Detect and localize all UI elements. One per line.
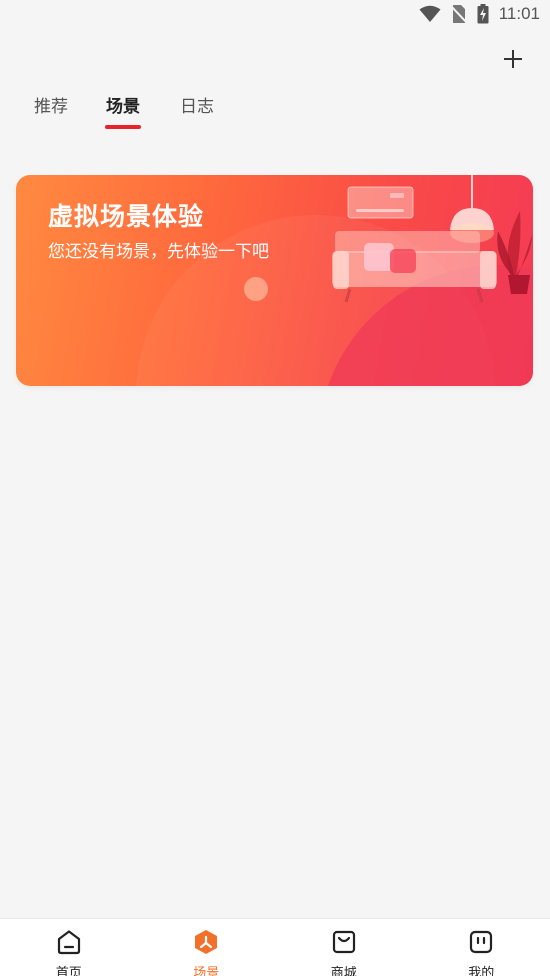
profile-face-icon — [468, 929, 494, 959]
home-icon — [56, 929, 82, 959]
banner-title: 虚拟场景体验 — [48, 202, 205, 231]
tab-log-label: 日志 — [180, 97, 214, 117]
status-time: 11:01 — [498, 4, 540, 23]
scene-hex-icon — [193, 929, 219, 959]
banner-subtitle: 您还没有场景，先体验一下吧 — [48, 242, 269, 262]
top-tabs: 推荐 场景 日志 — [0, 92, 550, 136]
status-bar: 11:01 — [0, 0, 550, 28]
bottom-nav: 首页 场景 商城 我的 — [0, 918, 550, 976]
no-sim-icon — [450, 4, 467, 24]
nav-scene-label: 场景 — [193, 966, 220, 976]
wifi-icon — [419, 5, 441, 23]
tab-recommend-label: 推荐 — [34, 97, 68, 117]
active-tab-indicator — [105, 125, 141, 129]
nav-shop-label: 商城 — [330, 966, 357, 976]
add-scene-button[interactable] — [498, 46, 528, 76]
nav-home[interactable]: 首页 — [0, 919, 138, 976]
living-room-illustration — [332, 175, 532, 303]
nav-profile-label: 我的 — [468, 966, 495, 976]
tab-recommend[interactable]: 推荐 — [34, 92, 68, 117]
nav-shop[interactable]: 商城 — [275, 919, 413, 976]
tab-scene-label: 场景 — [106, 97, 140, 117]
nav-scene[interactable]: 场景 — [138, 919, 276, 976]
tab-scene[interactable]: 场景 — [105, 92, 141, 129]
banner-orb — [244, 277, 268, 301]
plus-icon — [503, 49, 523, 73]
nav-home-label: 首页 — [55, 966, 82, 976]
shop-bag-icon — [331, 929, 357, 959]
nav-profile[interactable]: 我的 — [413, 919, 550, 976]
tab-log[interactable]: 日志 — [180, 92, 214, 117]
battery-charging-icon — [477, 4, 489, 24]
virtual-scene-banner[interactable]: 虚拟场景体验 您还没有场景，先体验一下吧 — [16, 175, 533, 386]
